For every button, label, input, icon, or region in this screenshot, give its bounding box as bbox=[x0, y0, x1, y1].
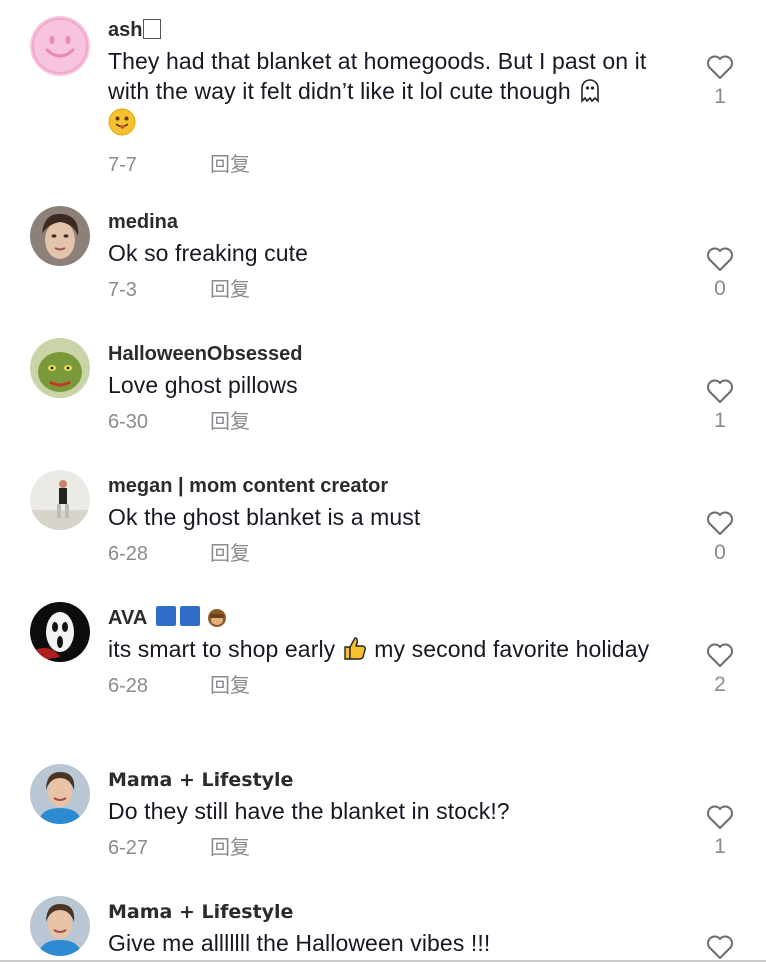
like-button[interactable]: 1 bbox=[700, 378, 740, 432]
ghost-emoji-icon bbox=[581, 79, 600, 103]
heart-outline-icon[interactable] bbox=[706, 934, 734, 960]
comment-date: 6-27 bbox=[108, 837, 149, 859]
thumbs-up-emoji-icon bbox=[344, 637, 366, 660]
comment-text: its smart to shop early my second favori… bbox=[108, 636, 650, 662]
user-photo-avatar bbox=[30, 764, 90, 824]
comment-meta: 6-28 回复 bbox=[108, 542, 683, 566]
like-count: 1 bbox=[714, 835, 726, 858]
like-count: 1 bbox=[714, 409, 726, 432]
comment-meta: 6-28 回复 bbox=[108, 674, 683, 698]
user-photo-avatar bbox=[30, 206, 90, 266]
reply-button[interactable]: 回复 bbox=[210, 410, 250, 434]
like-count: 2 bbox=[714, 673, 726, 696]
user-photo-avatar bbox=[30, 896, 90, 956]
tongue-out-emoji-icon bbox=[108, 108, 136, 136]
comment-meta: 6-27 回复 bbox=[108, 836, 683, 860]
username[interactable]: Mama + Lifestyle bbox=[108, 900, 683, 924]
comment-meta: 6-30 回复 bbox=[108, 410, 683, 434]
avatar[interactable] bbox=[30, 338, 90, 398]
reply-button[interactable]: 回复 bbox=[210, 674, 250, 698]
like-count: 0 bbox=[714, 277, 726, 300]
heart-outline-icon[interactable] bbox=[706, 54, 734, 80]
comment-meta: 7-3 回复 bbox=[108, 278, 683, 302]
like-button[interactable]: 0 bbox=[700, 510, 740, 564]
comment-date: 7-3 bbox=[108, 279, 137, 301]
avatar[interactable] bbox=[30, 764, 90, 824]
blue-square-emoji-icon bbox=[156, 606, 177, 626]
avatar[interactable] bbox=[30, 602, 90, 662]
comment-text: Do they still have the blanket in stock!… bbox=[108, 798, 510, 824]
comment-text: Love ghost pillows bbox=[108, 372, 298, 398]
comment-meta: 7-7 回复 bbox=[108, 153, 683, 177]
like-button[interactable]: 1 bbox=[700, 54, 740, 108]
heart-outline-icon[interactable] bbox=[706, 246, 734, 272]
like-button[interactable]: 1 bbox=[700, 804, 740, 858]
comment-text: Ok so freaking cute bbox=[108, 240, 309, 266]
reply-button[interactable]: 回复 bbox=[210, 836, 250, 860]
heart-outline-icon[interactable] bbox=[706, 378, 734, 404]
heart-outline-icon[interactable] bbox=[706, 642, 734, 668]
user-photo-avatar bbox=[30, 470, 90, 530]
bottom-divider bbox=[0, 960, 766, 962]
reply-button[interactable]: 回复 bbox=[210, 278, 250, 302]
like-button[interactable] bbox=[700, 934, 740, 960]
blue-square-emoji-icon bbox=[180, 606, 201, 626]
like-button[interactable]: 0 bbox=[700, 246, 740, 300]
reply-button[interactable]: 回复 bbox=[210, 542, 250, 566]
smiley-avatar-icon bbox=[30, 16, 90, 76]
avatar[interactable] bbox=[30, 896, 90, 956]
comment-date: 7-7 bbox=[108, 154, 137, 176]
username[interactable]: ash bbox=[108, 18, 683, 42]
avatar[interactable] bbox=[30, 16, 90, 76]
comment-date: 6-28 bbox=[108, 543, 149, 565]
username[interactable]: medina bbox=[108, 210, 683, 234]
comment-date: 6-28 bbox=[108, 675, 149, 697]
unknown-glyph-icon bbox=[143, 19, 162, 39]
monkey-emoji-icon bbox=[207, 609, 226, 627]
comment-text: Ok the ghost blanket is a must bbox=[108, 504, 421, 530]
heart-outline-icon[interactable] bbox=[706, 510, 734, 536]
like-count: 0 bbox=[714, 541, 726, 564]
comment-date: 6-30 bbox=[108, 411, 149, 433]
username[interactable]: megan | mom content creator bbox=[108, 474, 683, 498]
like-count: 1 bbox=[714, 85, 726, 108]
username[interactable]: Mama + Lifestyle bbox=[108, 768, 683, 792]
comment-text: Give me alllllll the Halloween vibes !!! bbox=[108, 930, 491, 956]
avatar[interactable] bbox=[30, 470, 90, 530]
user-photo-avatar bbox=[30, 602, 90, 662]
reply-button[interactable]: 回复 bbox=[210, 153, 250, 177]
user-photo-avatar bbox=[30, 338, 90, 398]
comment-text: They had that blanket at homegoods. But … bbox=[108, 46, 683, 139]
heart-outline-icon[interactable] bbox=[706, 804, 734, 830]
avatar[interactable] bbox=[30, 206, 90, 266]
like-button[interactable]: 2 bbox=[700, 642, 740, 696]
username[interactable]: AVA bbox=[108, 606, 683, 630]
username[interactable]: HalloweenObsessed bbox=[108, 342, 683, 366]
